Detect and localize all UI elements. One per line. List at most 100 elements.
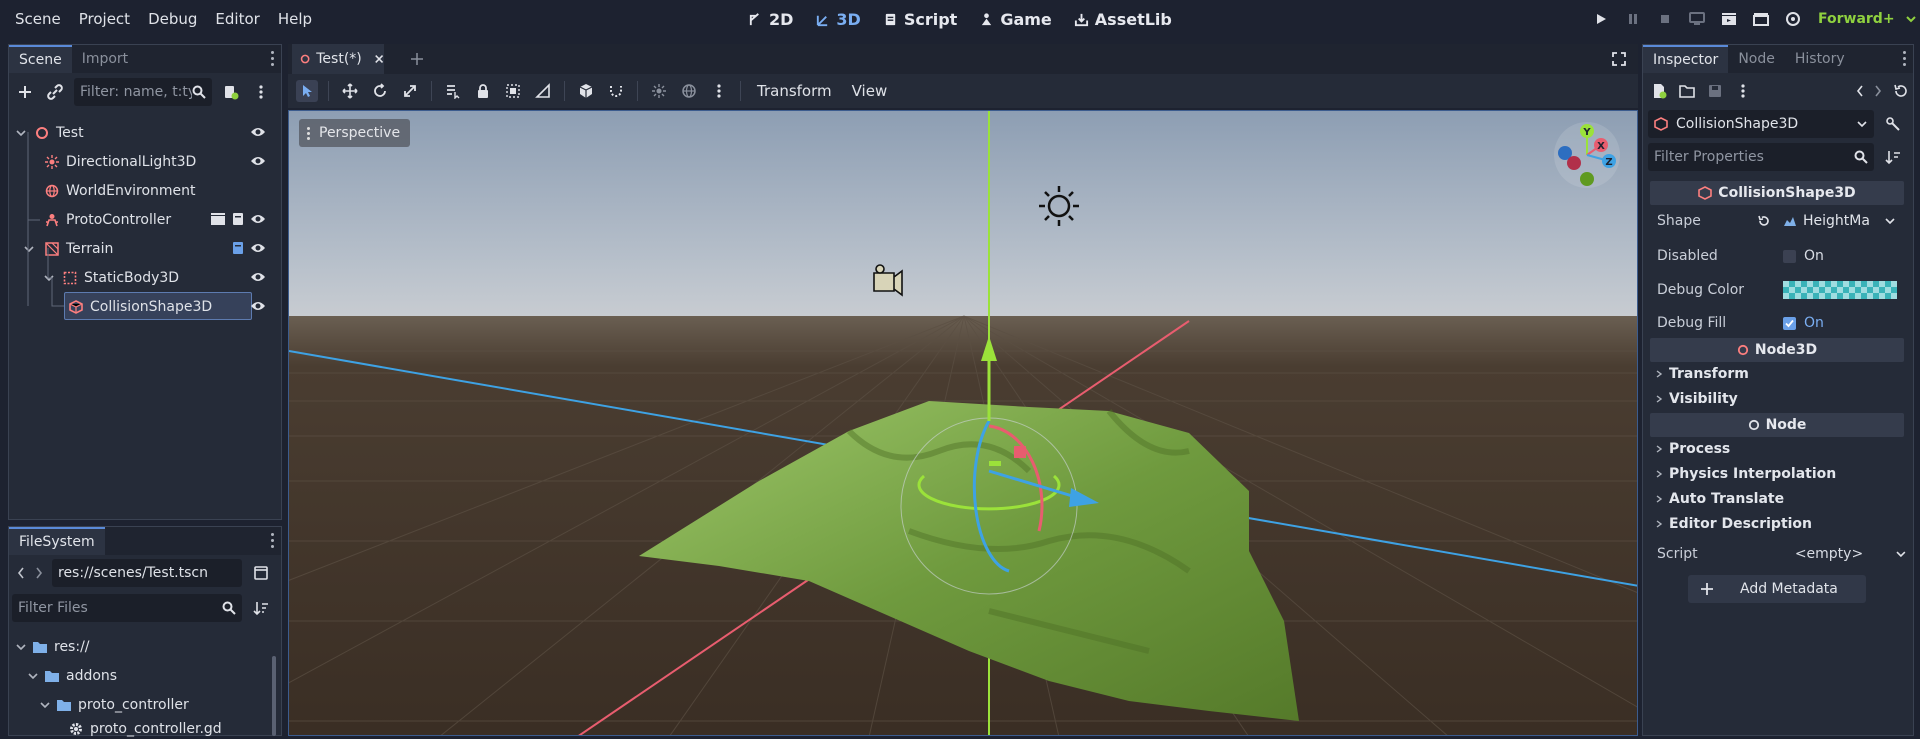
lock-button[interactable] (472, 80, 494, 102)
object-selector[interactable]: CollisionShape3D (1648, 110, 1874, 138)
menu-help[interactable]: Help (269, 10, 321, 28)
environment-menu-button[interactable] (708, 80, 730, 102)
shape-resource-picker[interactable]: HeightMa (1783, 213, 1870, 229)
preview-environment-button[interactable] (678, 80, 700, 102)
visibility-eye-icon[interactable] (250, 270, 266, 284)
save-resource-button[interactable] (1704, 80, 1726, 102)
rotate-mode-button[interactable] (369, 80, 391, 102)
group-editor-description[interactable]: Editor Description (1655, 516, 1812, 532)
snap-button[interactable] (605, 80, 627, 102)
play-scene-button[interactable] (1718, 8, 1740, 30)
move-mode-button[interactable] (339, 80, 361, 102)
visibility-eye-icon[interactable] (250, 212, 266, 226)
filter-files-input[interactable]: Filter Files (12, 594, 242, 622)
main-screen-script[interactable]: Script (883, 10, 957, 29)
main-screen-game[interactable]: Game (979, 10, 1052, 29)
resource-menu-button[interactable] (1732, 80, 1754, 102)
main-screen-assetlib[interactable]: AssetLib (1074, 10, 1172, 29)
filter-properties-input[interactable]: Filter Properties (1648, 143, 1874, 171)
movie-maker-button[interactable] (1782, 8, 1804, 30)
chevron-down-icon[interactable] (40, 700, 50, 710)
inspector-menu-icon[interactable] (1903, 51, 1907, 69)
main-screen-3d[interactable]: 3D (815, 10, 861, 29)
open-in-editor-icon[interactable] (210, 212, 226, 226)
group-button[interactable] (502, 80, 524, 102)
history-button[interactable] (1890, 80, 1912, 102)
stop-button[interactable] (1654, 8, 1676, 30)
ruler-button[interactable] (442, 80, 464, 102)
visibility-eye-icon[interactable] (250, 241, 266, 255)
chevron-down-icon[interactable] (1905, 14, 1917, 24)
scene-tab-test[interactable]: Test(*) (292, 44, 384, 74)
chevron-down-icon[interactable] (16, 642, 26, 652)
fs-item-res[interactable]: res:// (16, 632, 272, 661)
play-custom-scene-button[interactable] (1750, 8, 1772, 30)
node-tools-button[interactable] (1882, 113, 1904, 135)
disabled-checkbox[interactable] (1783, 249, 1796, 263)
group-process[interactable]: Process (1655, 441, 1730, 457)
chevron-right-icon[interactable] (34, 566, 44, 580)
group-transform[interactable]: Transform (1655, 366, 1749, 382)
preview-sun-button[interactable] (648, 80, 670, 102)
chevron-left-icon[interactable] (1854, 84, 1866, 98)
visibility-eye-icon[interactable] (250, 299, 266, 313)
filesystem-scrollbar[interactable] (272, 656, 276, 736)
select-mode-button[interactable] (296, 80, 318, 102)
script-icon[interactable] (232, 212, 244, 226)
script-value[interactable]: <empty> (1795, 546, 1863, 562)
fs-item-proto-controller-gd[interactable]: proto_controller.gd (16, 719, 272, 739)
chevron-left-icon[interactable] (16, 566, 26, 580)
revert-icon[interactable] (1757, 214, 1771, 228)
menu-debug[interactable]: Debug (139, 10, 206, 28)
add-scene-tab-icon[interactable] (410, 52, 424, 66)
menu-project[interactable]: Project (70, 10, 139, 28)
menu-scene[interactable]: Scene (6, 10, 70, 28)
group-visibility[interactable]: Visibility (1655, 391, 1738, 407)
chevron-right-icon[interactable] (1872, 84, 1884, 98)
tab-inspector[interactable]: Inspector (1643, 45, 1729, 73)
scale-mode-button[interactable] (399, 80, 421, 102)
property-sort-button[interactable] (1882, 146, 1904, 168)
renderer-selector[interactable]: Forward+ (1818, 11, 1895, 27)
instance-scene-button[interactable] (44, 81, 66, 103)
load-resource-button[interactable] (1676, 80, 1698, 102)
remote-debug-button[interactable] (1686, 8, 1708, 30)
visibility-eye-icon[interactable] (250, 125, 266, 139)
debug-color-swatch[interactable] (1783, 281, 1897, 299)
filesystem-path-input[interactable]: res://scenes/Test.tscn (52, 559, 242, 587)
scene-dock-menu-icon[interactable] (271, 51, 275, 69)
new-resource-button[interactable] (1648, 80, 1670, 102)
chevron-down-icon[interactable] (28, 671, 38, 681)
group-auto-translate[interactable]: Auto Translate (1655, 491, 1784, 507)
pause-button[interactable] (1622, 8, 1644, 30)
distraction-free-icon[interactable] (1612, 52, 1626, 66)
3d-viewport[interactable]: Perspective Y X Z (288, 110, 1638, 736)
local-space-button[interactable] (575, 80, 597, 102)
menu-editor[interactable]: Editor (206, 10, 268, 28)
script-icon[interactable] (232, 241, 244, 255)
add-metadata-button[interactable]: Add Metadata (1688, 575, 1866, 603)
view-orientation-gizmo[interactable]: Y X Z (1547, 121, 1627, 189)
attach-script-button[interactable] (220, 81, 242, 103)
tab-import[interactable]: Import (72, 45, 138, 73)
toggle-split-button[interactable] (250, 562, 272, 584)
filesystem-menu-icon[interactable] (271, 533, 275, 551)
chevron-down-icon[interactable] (1884, 216, 1896, 226)
view-menu[interactable]: View (846, 82, 894, 100)
perspective-menu-button[interactable]: Perspective (299, 119, 411, 147)
tab-scene[interactable]: Scene (9, 45, 72, 73)
chevron-down-icon[interactable] (1895, 549, 1907, 559)
fs-item-proto-controller[interactable]: proto_controller (16, 690, 272, 719)
add-node-button[interactable] (14, 81, 36, 103)
tab-history[interactable]: History (1785, 45, 1855, 73)
play-button[interactable] (1590, 8, 1612, 30)
tab-filesystem[interactable]: FileSystem (9, 527, 105, 555)
scene-tree-menu-button[interactable] (250, 81, 272, 103)
scene-filter-input[interactable]: Filter: name, t:ty (74, 78, 212, 106)
fs-item-addons[interactable]: addons (16, 661, 272, 690)
main-screen-2d[interactable]: 2D (748, 10, 793, 29)
sort-files-button[interactable] (250, 597, 272, 619)
tab-node[interactable]: Node (1728, 45, 1785, 73)
group-physics-interpolation[interactable]: Physics Interpolation (1655, 466, 1836, 482)
transform-menu[interactable]: Transform (751, 82, 838, 100)
